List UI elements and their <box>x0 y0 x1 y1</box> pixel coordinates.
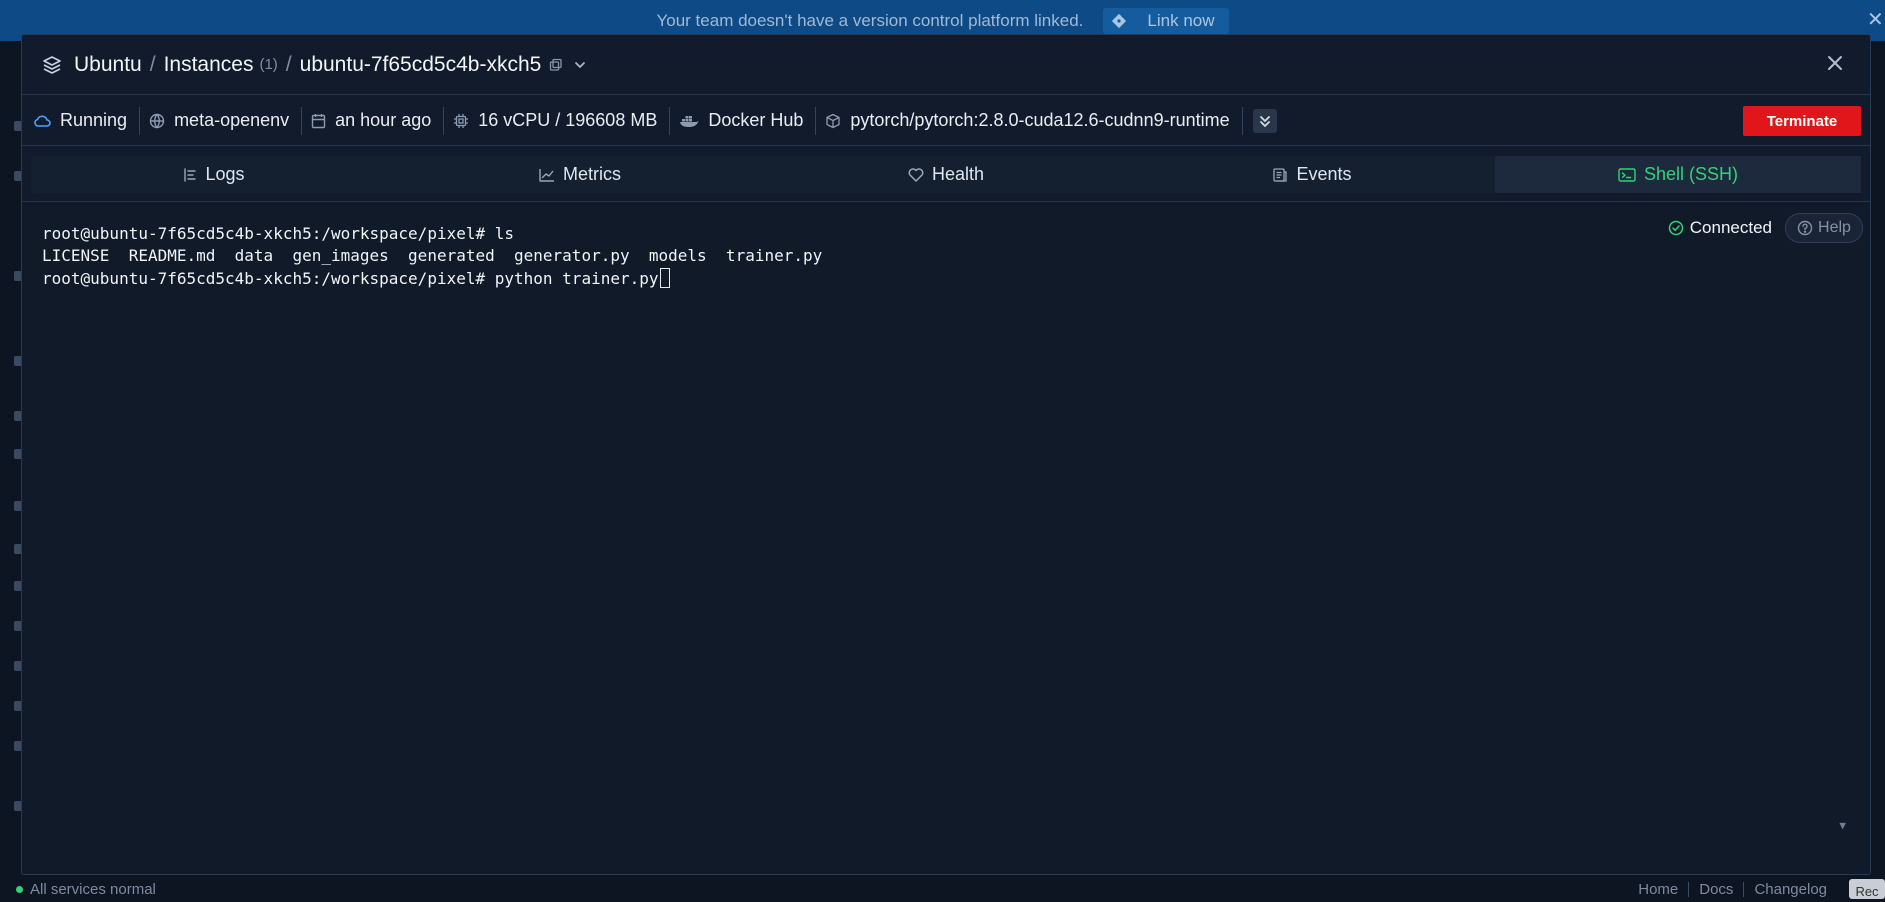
breadcrumb-instance-name: ubuntu-7f65cd5c4b-xkch5 <box>299 52 542 76</box>
globe-icon <box>149 113 165 129</box>
record-button[interactable]: Rec <box>1849 879 1885 899</box>
connection-text: Connected <box>1689 218 1772 237</box>
help-label: Help <box>1818 219 1851 236</box>
check-circle-icon <box>1668 220 1684 236</box>
help-circle-icon <box>1797 220 1813 236</box>
breadcrumb-separator: / <box>149 52 156 76</box>
link-now-label: Link now <box>1147 10 1215 30</box>
banner-close-icon[interactable]: ✕ <box>1867 10 1885 30</box>
git-icon <box>1111 13 1127 29</box>
cpu-icon <box>453 113 469 129</box>
chevrons-down-icon <box>1259 114 1271 128</box>
status-dot-icon <box>16 885 23 893</box>
docker-icon <box>679 114 699 128</box>
status-item: Running <box>33 106 141 135</box>
tab-events[interactable]: Events <box>1129 156 1495 193</box>
image-item: pytorch/pytorch:2.8.0-cuda12.6-cudnn9-ru… <box>816 107 1241 135</box>
created-text: an hour ago <box>335 110 432 130</box>
breadcrumb-ubuntu[interactable]: Ubuntu <box>74 53 142 77</box>
registry-item: Docker Hub <box>670 106 817 135</box>
copy-icon[interactable] <box>549 58 563 72</box>
terminal-cursor <box>659 268 670 288</box>
terminal-icon <box>1618 167 1636 183</box>
resources-item: 16 vCPU / 196608 MB <box>444 106 671 135</box>
breadcrumb-separator: / <box>285 52 292 76</box>
status-footer: All services normal Home Docs Changelog … <box>0 876 1885 902</box>
layers-icon <box>42 55 62 75</box>
chevron-down-icon[interactable] <box>573 58 587 72</box>
background-sidebar <box>0 41 22 881</box>
terminate-button[interactable]: Terminate <box>1743 106 1861 136</box>
divider <box>1241 106 1243 135</box>
ssh-terminal[interactable]: root@ubuntu-7f65cd5c4b-xkch5:/workspace/… <box>22 202 1870 874</box>
registry-text: Docker Hub <box>708 110 804 130</box>
tab-shell-ssh[interactable]: Shell (SSH) <box>1495 156 1861 193</box>
tab-logs-label: Logs <box>205 164 245 184</box>
footer-links: Home Docs Changelog <box>1628 881 1837 897</box>
modal-close-icon[interactable] <box>1826 54 1844 72</box>
help-button[interactable]: Help <box>1785 213 1863 243</box>
footer-link-home[interactable]: Home <box>1628 881 1690 897</box>
tab-logs[interactable]: Logs <box>31 156 397 193</box>
created-item: an hour ago <box>302 106 445 135</box>
tab-health-label: Health <box>931 164 985 184</box>
instances-count: (1) <box>259 56 278 73</box>
chart-line-icon <box>539 168 555 182</box>
expand-details-button[interactable] <box>1252 108 1277 133</box>
terminal-command: root@ubuntu-7f65cd5c4b-xkch5:/workspace/… <box>42 269 659 288</box>
breadcrumb-instances[interactable]: Instances <box>164 53 254 77</box>
record-label: Rec <box>1855 884 1879 899</box>
terminal-line: LICENSE README.md data gen_images genera… <box>42 246 823 265</box>
tab-events-label: Events <box>1296 164 1352 184</box>
logs-icon <box>183 167 197 182</box>
terminal-line-current: root@ubuntu-7f65cd5c4b-xkch5:/workspace/… <box>42 268 670 290</box>
calendar-icon <box>311 113 326 129</box>
tab-health[interactable]: Health <box>763 156 1129 193</box>
tab-metrics[interactable]: Metrics <box>397 156 763 193</box>
tab-shell-label: Shell (SSH) <box>1643 164 1739 184</box>
service-status-text: All services normal <box>30 880 156 898</box>
instance-tabs: Logs Metrics Health Events Shell (SSH) <box>31 156 1861 193</box>
service-status: All services normal <box>16 881 156 898</box>
connection-status: Connected <box>1668 218 1772 238</box>
events-icon <box>1272 167 1288 183</box>
instance-info-bar: Running meta-openenv an hour ago 16 vCPU… <box>22 96 1870 146</box>
footer-link-changelog[interactable]: Changelog <box>1744 882 1837 897</box>
tab-metrics-label: Metrics <box>563 164 621 184</box>
banner-message: Your team doesn't have a version control… <box>656 10 1084 30</box>
package-icon <box>825 113 841 129</box>
network-item: meta-openenv <box>140 106 303 135</box>
scroll-down-icon[interactable]: ▼ <box>1839 819 1846 832</box>
status-text: Running <box>60 110 128 130</box>
link-now-button[interactable]: Link now <box>1103 7 1229 34</box>
image-text: pytorch/pytorch:2.8.0-cuda12.6-cudnn9-ru… <box>850 110 1230 130</box>
footer-link-docs[interactable]: Docs <box>1689 881 1745 897</box>
terminal-line: root@ubuntu-7f65cd5c4b-xkch5:/workspace/… <box>42 224 515 243</box>
network-text: meta-openenv <box>174 110 290 130</box>
background-right <box>1872 41 1885 881</box>
modal-header: Ubuntu / Instances (1) / ubuntu-7f65cd5c… <box>22 35 1870 95</box>
instance-modal: Ubuntu / Instances (1) / ubuntu-7f65cd5c… <box>21 34 1871 875</box>
heart-icon <box>908 167 924 182</box>
cloud-icon <box>33 114 51 128</box>
resources-text: 16 vCPU / 196608 MB <box>478 110 658 130</box>
